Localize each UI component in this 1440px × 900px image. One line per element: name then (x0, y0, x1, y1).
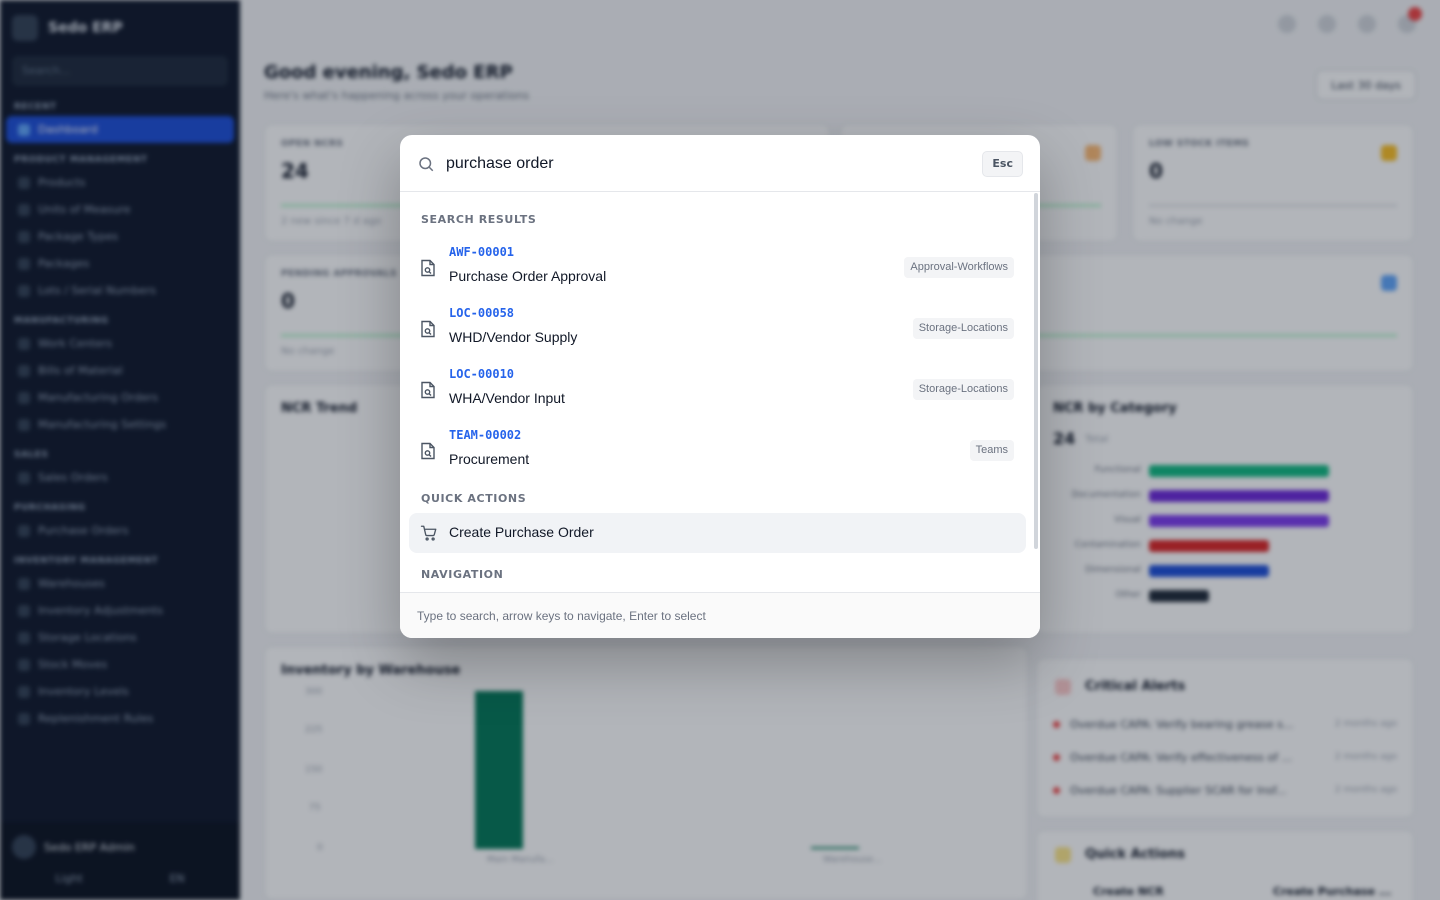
result-item[interactable]: LOC-00058 WHD/Vendor Supply Storage-Loca… (409, 299, 1026, 355)
result-name: WHA/Vendor Input (449, 390, 565, 406)
result-type-badge: Storage-Locations (912, 318, 1014, 339)
result-item[interactable]: AWF-00001 Purchase Order Approval Approv… (409, 238, 1026, 294)
quick-action-label: Create Purchase Order (449, 524, 594, 540)
result-type-badge: Teams (969, 440, 1014, 461)
result-item[interactable]: TEAM-00002 Procurement Teams (409, 421, 1026, 477)
result-type-badge: Storage-Locations (912, 379, 1014, 400)
result-name: Procurement (449, 451, 530, 467)
group-title-quick-actions: QUICK ACTIONS (421, 492, 527, 505)
group-title-search-results: SEARCH RESULTS (421, 213, 537, 226)
result-code: TEAM-00002 (449, 428, 522, 442)
palette-footer: Type to search, arrow keys to navigate, … (400, 592, 1040, 638)
file-search-icon (421, 442, 435, 460)
esc-key-hint[interactable]: Esc (982, 151, 1023, 177)
palette-search-input[interactable] (446, 149, 966, 179)
keyboard-hint: Type to search, arrow keys to navigate, … (417, 609, 706, 623)
command-palette: Esc SEARCH RESULTS AWF-00001 Purchase Or… (400, 135, 1040, 638)
palette-header: Esc (400, 135, 1040, 192)
file-search-icon (421, 320, 435, 338)
palette-scrollbar[interactable] (1034, 193, 1038, 549)
result-name: WHD/Vendor Supply (449, 329, 578, 345)
result-code: LOC-00010 (449, 367, 515, 381)
search-icon (419, 157, 434, 172)
file-search-icon (421, 381, 435, 399)
result-item[interactable]: LOC-00010 WHA/Vendor Input Storage-Locat… (409, 360, 1026, 416)
file-search-icon (421, 259, 435, 277)
quick-action-create-purchase-order[interactable]: Create Purchase Order (409, 513, 1026, 553)
result-type-badge: Approval-Workflows (904, 257, 1014, 278)
group-title-navigation: NAVIGATION (421, 568, 504, 581)
result-name: Purchase Order Approval (449, 268, 607, 284)
result-code: AWF-00001 (449, 245, 515, 259)
palette-results: SEARCH RESULTS AWF-00001 Purchase Order … (400, 192, 1040, 592)
result-code: LOC-00058 (449, 306, 515, 320)
cart-icon (420, 525, 437, 541)
